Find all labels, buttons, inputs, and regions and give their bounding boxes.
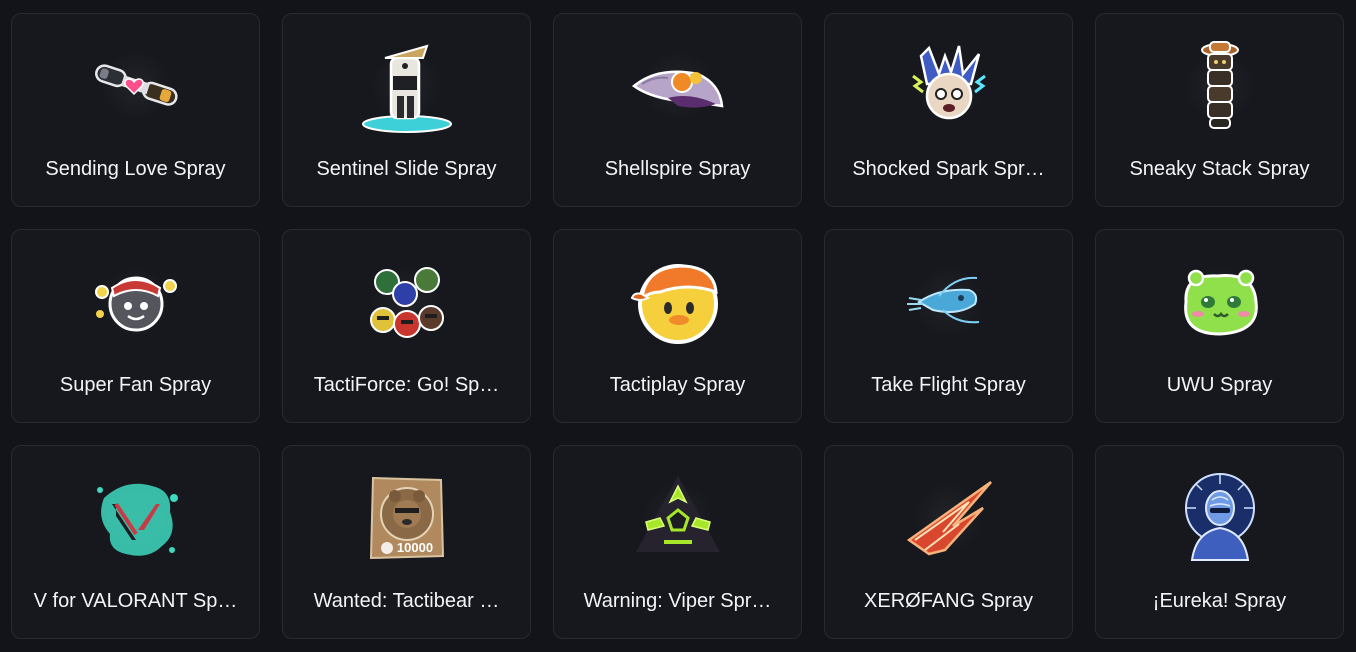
spray-grid: Sending Love Spray Sentinel Slide Spray	[11, 13, 1344, 639]
super-fan-spray-icon	[86, 252, 186, 352]
spray-card[interactable]: Sentinel Slide Spray	[282, 13, 531, 207]
xerofang-spray-icon	[899, 468, 999, 568]
sending-love-spray-icon	[86, 36, 186, 136]
spray-name: Sentinel Slide Spray	[316, 158, 497, 180]
spray-name: Super Fan Spray	[59, 374, 212, 396]
spray-name: Tactiplay Spray	[609, 374, 746, 396]
spray-name: Wanted: Tactibear …	[313, 590, 500, 612]
uwu-spray-icon	[1170, 252, 1270, 352]
spray-name: Shocked Spark Spr…	[852, 158, 1045, 180]
spray-card[interactable]: XERØFANG Spray	[824, 445, 1073, 639]
spray-name: TactiForce: Go! Sp…	[313, 374, 500, 396]
eureka-spray-icon	[1170, 468, 1270, 568]
shellspire-spray-icon	[628, 36, 728, 136]
sneaky-stack-spray-icon	[1170, 36, 1270, 136]
wanted-tactibear-spray-icon: 10000	[357, 468, 457, 568]
spray-name: Take Flight Spray	[871, 374, 1026, 396]
v-for-valorant-spray-icon	[86, 468, 186, 568]
spray-card[interactable]: 10000 Wanted: Tactibear …	[282, 445, 531, 639]
spray-card[interactable]: UWU Spray	[1095, 229, 1344, 423]
spray-card[interactable]: Shocked Spark Spr…	[824, 13, 1073, 207]
spray-card[interactable]: Warning: Viper Spr…	[553, 445, 802, 639]
tactiplay-spray-icon	[628, 252, 728, 352]
spray-card[interactable]: Sending Love Spray	[11, 13, 260, 207]
spray-name: UWU Spray	[1166, 374, 1273, 396]
sentinel-slide-spray-icon	[357, 36, 457, 136]
spray-card[interactable]: TactiForce: Go! Sp…	[282, 229, 531, 423]
spray-name: V for VALORANT Sp…	[33, 590, 238, 612]
warning-viper-spray-icon	[628, 468, 728, 568]
take-flight-spray-icon	[899, 252, 999, 352]
spray-name: Shellspire Spray	[604, 158, 751, 180]
spray-card[interactable]: Take Flight Spray	[824, 229, 1073, 423]
shocked-spark-spray-icon	[899, 36, 999, 136]
spray-card[interactable]: Sneaky Stack Spray	[1095, 13, 1344, 207]
spray-name: Sending Love Spray	[45, 158, 226, 180]
spray-card[interactable]: Tactiplay Spray	[553, 229, 802, 423]
spray-card[interactable]: Shellspire Spray	[553, 13, 802, 207]
bounty-text: 10000	[396, 540, 432, 555]
spray-name: ¡Eureka! Spray	[1152, 590, 1287, 612]
spray-card[interactable]: V for VALORANT Sp…	[11, 445, 260, 639]
spray-name: Warning: Viper Spr…	[583, 590, 772, 612]
spray-name: XERØFANG Spray	[864, 590, 1033, 612]
spray-card[interactable]: Super Fan Spray	[11, 229, 260, 423]
tactiforce-go-spray-icon	[357, 252, 457, 352]
spray-card[interactable]: ¡Eureka! Spray	[1095, 445, 1344, 639]
spray-name: Sneaky Stack Spray	[1129, 158, 1310, 180]
